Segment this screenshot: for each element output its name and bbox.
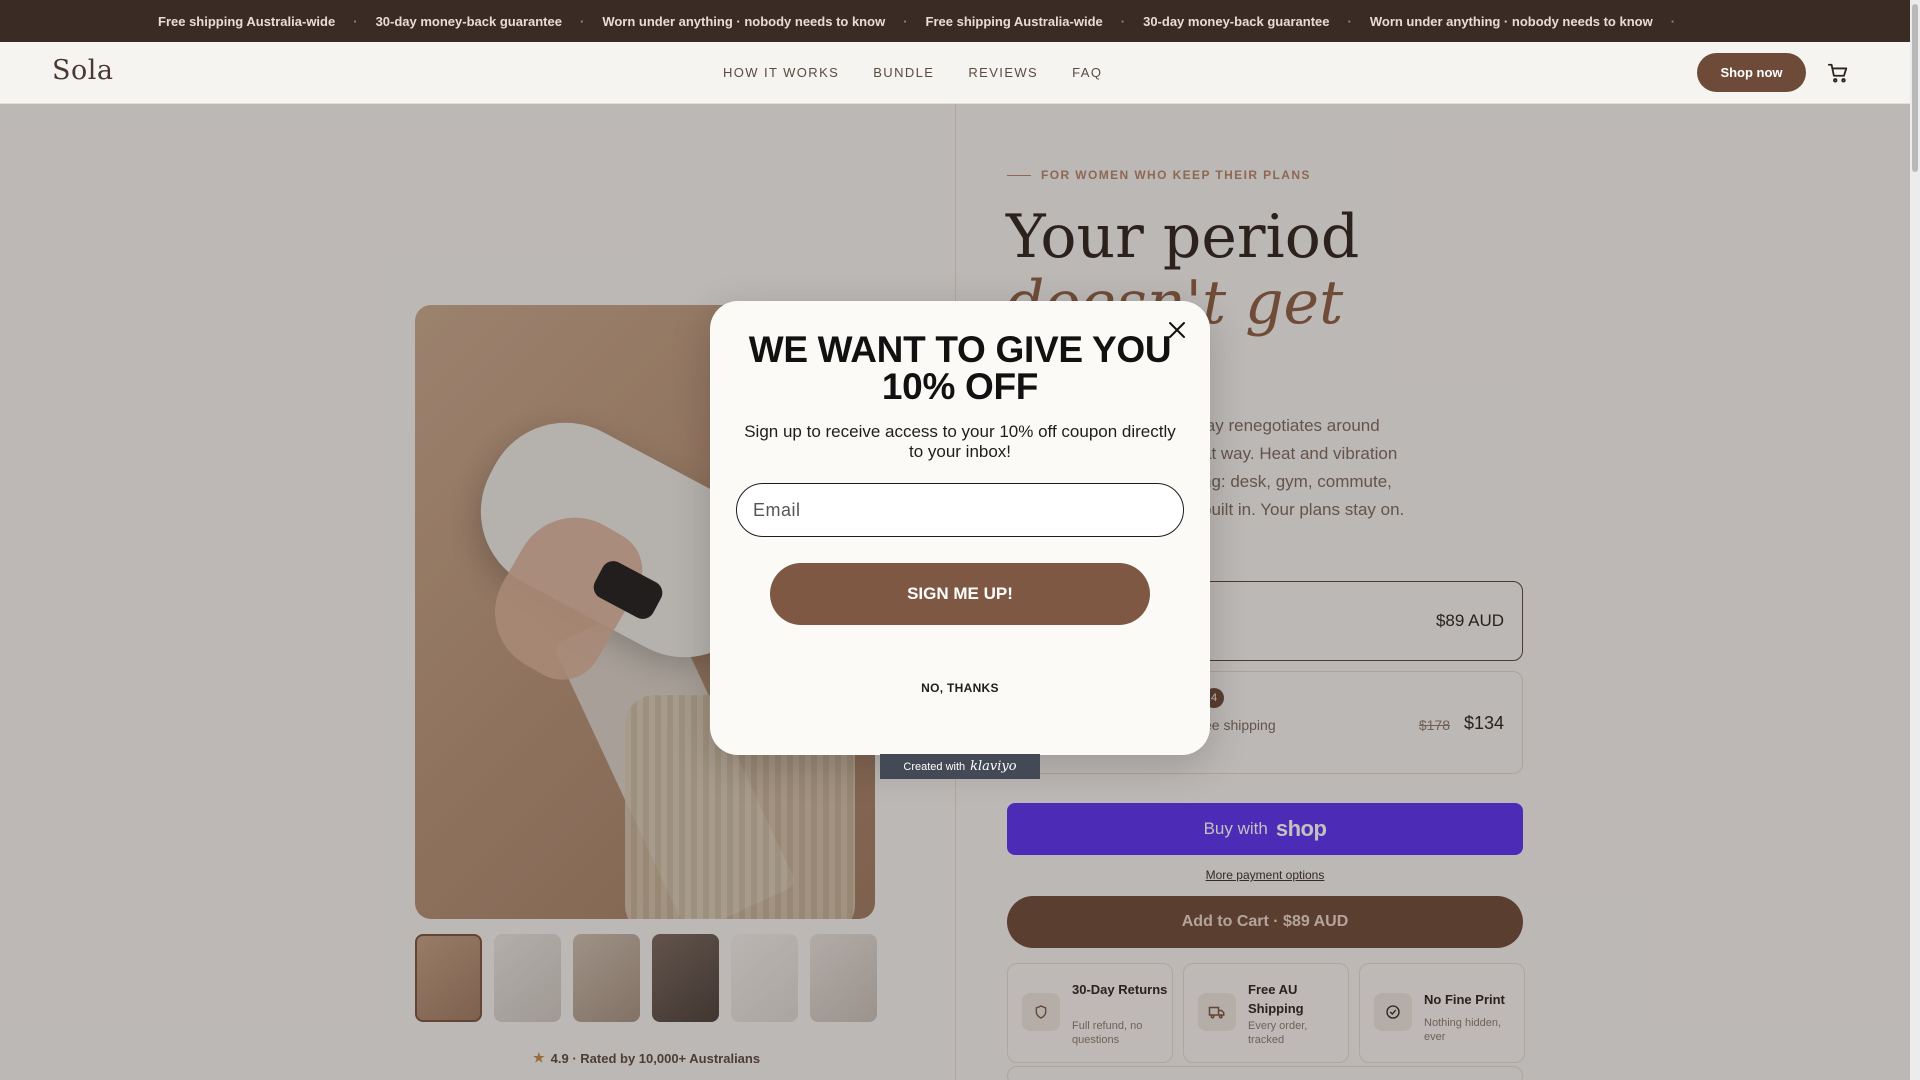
announcement-item: Free shipping Australia-wide [925, 13, 1103, 29]
page-scrollbar[interactable] [1910, 0, 1920, 1080]
klaviyo-badge[interactable]: Created with klaviyo [880, 754, 1040, 779]
popup-subtitle: Sign up to receive access to your 10% of… [744, 422, 1176, 461]
nav-how-it-works[interactable]: HOW IT WORKS [723, 65, 839, 80]
no-thanks-link[interactable]: NO, THANKS [710, 681, 1210, 695]
discount-popup: WE WANT TO GIVE YOU 10% OFF Sign up to r… [710, 301, 1210, 755]
logo[interactable]: Sola [52, 55, 113, 86]
site-header: Sola HOW IT WORKS BUNDLE REVIEWS FAQ Sho… [0, 42, 1910, 104]
email-field[interactable] [736, 483, 1184, 537]
nav-reviews[interactable]: REVIEWS [968, 65, 1038, 80]
shop-now-button[interactable]: Shop now [1697, 53, 1806, 92]
announcement-separator: · [903, 13, 908, 29]
announcement-separator: · [579, 13, 585, 29]
announcement-separator: · [1120, 13, 1126, 29]
klaviyo-logo: klaviyo [970, 759, 1017, 774]
announcement-bar: Free shipping Australia-wide · 30-day mo… [0, 0, 1910, 42]
cart-icon[interactable] [1827, 62, 1849, 84]
klaviyo-prefix: Created with [903, 760, 966, 773]
announcement-separator: · [353, 13, 358, 29]
main-nav: HOW IT WORKS BUNDLE REVIEWS FAQ [723, 65, 1102, 80]
announcement-item: Worn under anything · nobody needs to kn… [1369, 13, 1653, 29]
announcement-separator: · [1670, 13, 1676, 29]
announcement-separator: · [1347, 13, 1352, 29]
nav-faq[interactable]: FAQ [1072, 65, 1102, 80]
announcement-item: Free shipping Australia-wide [158, 13, 336, 29]
popup-title: WE WANT TO GIVE YOU 10% OFF [748, 329, 1172, 407]
sign-me-up-button[interactable]: SIGN ME UP! [770, 563, 1150, 625]
announcement-item: 30-day money-back guarantee [375, 13, 562, 29]
announcement-item: 30-day money-back guarantee [1143, 13, 1330, 29]
scrollbar-thumb[interactable] [1912, 4, 1918, 172]
announcement-item: Worn under anything · nobody needs to kn… [602, 13, 886, 29]
nav-bundle[interactable]: BUNDLE [873, 65, 934, 80]
